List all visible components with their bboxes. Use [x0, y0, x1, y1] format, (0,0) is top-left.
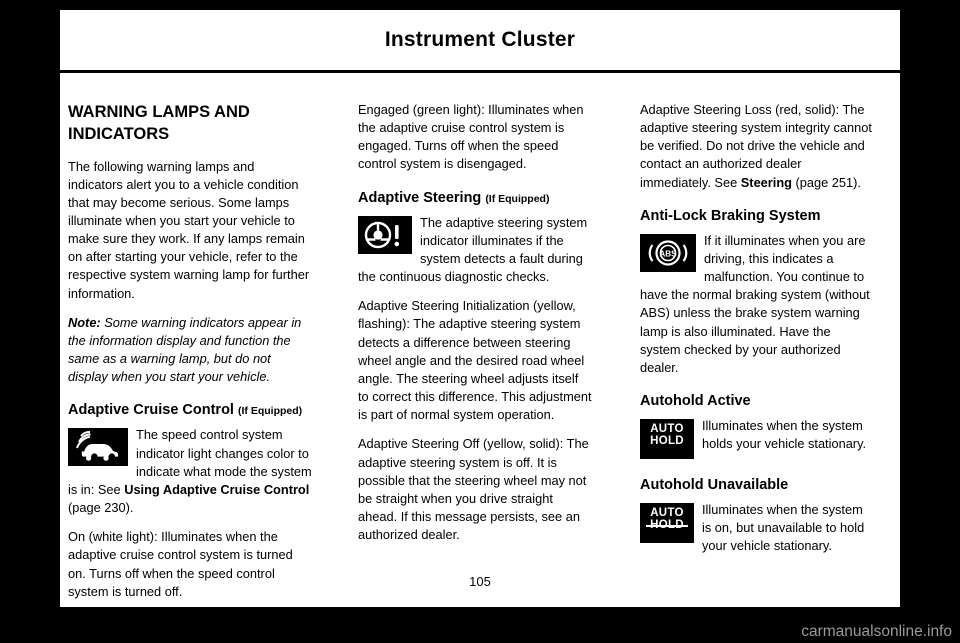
- note-paragraph: Note: Some warning indicators appear in …: [68, 314, 312, 387]
- adaptive-cruise-control-icon: [68, 428, 128, 467]
- heading-autohold-active: Autohold Active: [640, 393, 751, 410]
- page-content: WARNING LAMPS AND INDICATORS The followi…: [60, 73, 900, 599]
- autohold-icon-line2: HOLD: [650, 435, 684, 448]
- autohold-unavail-icon-line1: AUTO: [650, 507, 684, 520]
- autohold-active-icon: AUTO HOLD: [640, 419, 694, 460]
- manual-page: Instrument Cluster WARNING LAMPS AND IND…: [60, 10, 900, 607]
- svg-text:ABS: ABS: [659, 249, 677, 258]
- column-2: Engaged (green light): Illuminates when …: [334, 101, 608, 612]
- autohold-active-figure-block: AUTO HOLD Illuminates when the system ho…: [640, 417, 872, 461]
- acc-figure-text-2: (page 230).: [68, 500, 134, 516]
- heading-autohold-unavailable: Autohold Unavailable: [640, 477, 789, 494]
- abs-warning-icon: ABS: [640, 233, 696, 272]
- column-1: WARNING LAMPS AND INDICATORS The followi…: [60, 101, 334, 612]
- page-number: 105: [469, 574, 491, 589]
- three-column-layout: WARNING LAMPS AND INDICATORS The followi…: [60, 73, 900, 612]
- abs-figure-block: ABS If it illuminates when you are drivi…: [640, 232, 872, 377]
- steering-off-text: Adaptive Steering Off (yellow, solid): T…: [358, 436, 589, 543]
- watermark: carmanualsonline.info: [801, 623, 952, 640]
- acc-white-light-text: On (white light): Illuminates when the a…: [68, 529, 293, 599]
- heading-adaptive-cruise-control: Adaptive Cruise Control (If Equipped): [68, 402, 312, 418]
- note-label: Note:: [68, 314, 101, 330]
- acc-green-light-text: Engaged (green light): Illuminates when …: [358, 102, 584, 172]
- warning-lamps-intro: The following warning lamps and indicato…: [68, 158, 310, 301]
- heading-anti-lock-braking-system: Anti-Lock Braking System: [640, 207, 821, 224]
- steering-initialization-text: Adaptive Steering Initialization (yellow…: [358, 298, 592, 423]
- column-3: Adaptive Steering Loss (red, solid): The…: [608, 101, 882, 612]
- autohold-icon-line1: AUTO: [650, 423, 684, 436]
- steering-loss-text-2: (page 251).: [791, 174, 861, 190]
- autohold-unavailable-icon: AUTO HOLD: [640, 503, 694, 544]
- autohold-unavailable-figure-block: AUTO HOLD Illuminates when the system is…: [640, 501, 872, 555]
- autohold-unavail-icon-line2: HOLD: [646, 519, 688, 532]
- steering-loss-link[interactable]: Steering: [741, 175, 792, 190]
- acc-figure-link[interactable]: Using Adaptive Cruise Control: [124, 482, 309, 497]
- heading-adaptive-steering: Adaptive Steering (If Equipped): [358, 190, 592, 206]
- note-text: Some warning indicators appear in the in…: [68, 314, 302, 385]
- heading-acc-if-equipped: (If Equipped): [238, 405, 303, 418]
- page-title: Instrument Cluster: [384, 28, 576, 51]
- steering-loss-text: Adaptive Steering Loss (red, solid): The…: [640, 101, 872, 192]
- heading-acc-text: Adaptive Cruise Control: [68, 402, 234, 419]
- heading-steering-text: Adaptive Steering: [358, 189, 482, 206]
- adaptive-steering-warning-icon: [358, 215, 412, 254]
- heading-steering-if-equipped: (If Equipped): [485, 192, 550, 205]
- steering-figure-block: The adaptive steering system indicator i…: [358, 214, 592, 287]
- page-header: Instrument Cluster: [60, 10, 900, 73]
- acc-figure-block: The speed control system indicator light…: [68, 426, 312, 517]
- section-heading-warning-lamps: WARNING LAMPS AND INDICATORS: [68, 103, 250, 144]
